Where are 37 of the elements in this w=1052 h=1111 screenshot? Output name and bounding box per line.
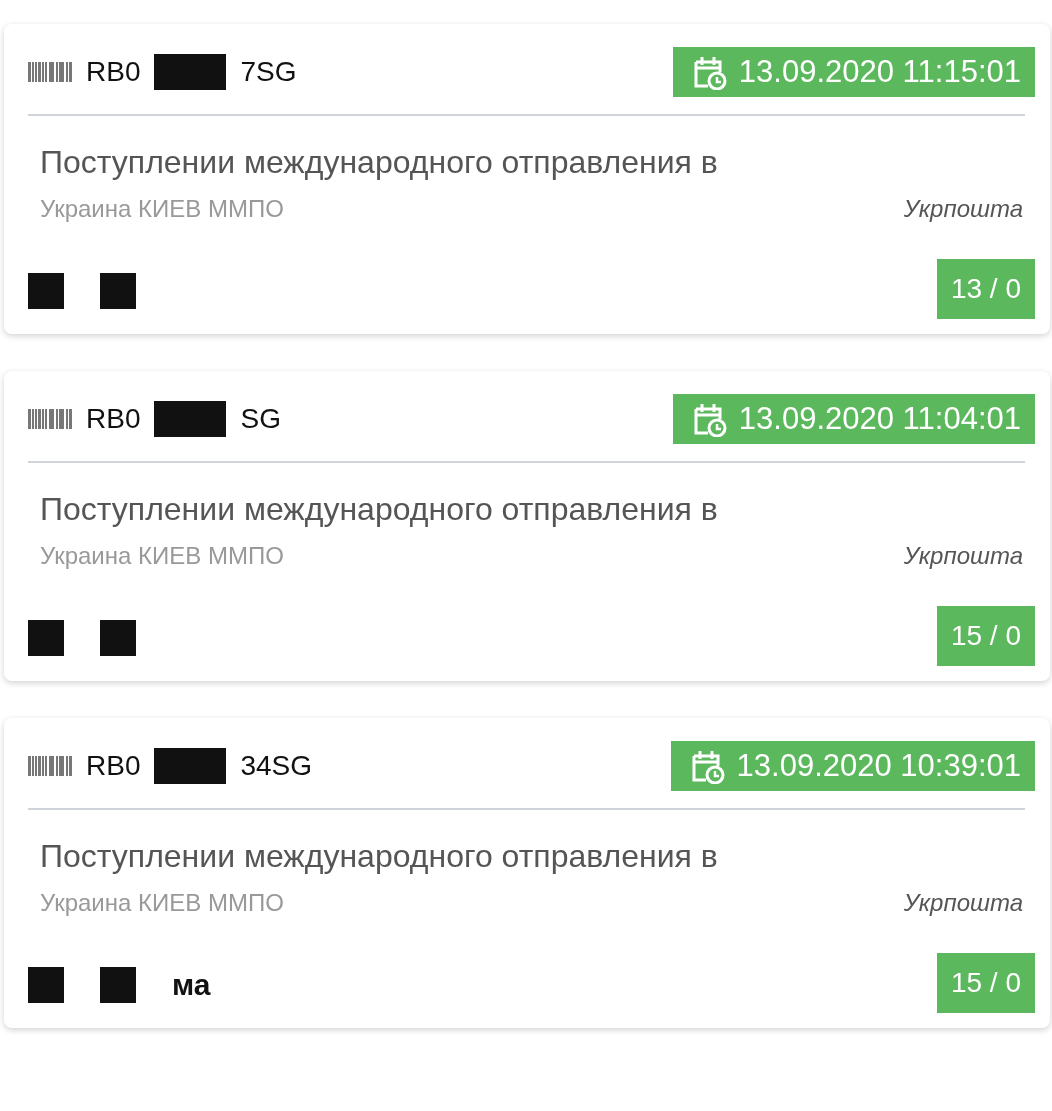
location-text: Украина КИЕВ ММПО xyxy=(40,195,284,223)
tracking-number: 7SG xyxy=(240,56,297,88)
barcode-icon xyxy=(28,409,72,429)
barcode-icon xyxy=(28,62,72,82)
count-badge: 13 / 0 xyxy=(936,259,1035,319)
item-name: ма xyxy=(172,968,211,1002)
calendar-clock-icon xyxy=(692,54,727,90)
redaction-mark xyxy=(28,273,64,309)
calendar-clock-icon xyxy=(692,401,727,437)
date-badge: 13.09.2020 11:15:01 xyxy=(672,47,1035,97)
date-badge: 13.09.2020 10:39:01 xyxy=(670,741,1035,791)
date-badge: 13.09.2020 11:04:01 xyxy=(672,394,1035,444)
carrier-name: Укрпошта xyxy=(903,195,1023,223)
redaction-mark xyxy=(100,620,136,656)
barcode-icon xyxy=(28,756,72,776)
tracking-number: RB0 xyxy=(86,750,141,782)
redaction-mark xyxy=(100,273,136,309)
shipment-card[interactable]: RB0 34SG 13.09.2020 10:39:01 Поступлении международного отправления в Украина КИЕВ ММПО Укрпошта ма 15 / 0 xyxy=(4,718,1050,1028)
status-text: Поступлении международного отправления в xyxy=(39,838,719,875)
carrier-name: Укрпошта xyxy=(903,542,1023,570)
redaction-mark xyxy=(100,967,136,1003)
count-badge: 15 / 0 xyxy=(936,953,1035,1013)
redaction-mark xyxy=(28,967,64,1003)
status-text: Поступлении международного отправления в xyxy=(39,491,719,528)
status-text: Поступлении международного отправления в xyxy=(39,144,719,181)
shipment-card[interactable]: RB0 7SG 13.09.2020 11:15:01 Поступлении международного отправления в Украина КИЕВ ММПО Укрпошта 13 / 0 xyxy=(4,24,1050,334)
location-text: Украина КИЕВ ММПО xyxy=(40,542,284,570)
tracking-number: SG xyxy=(240,403,281,435)
redaction-mark xyxy=(28,620,64,656)
tracking-number: RB0 xyxy=(86,403,141,435)
calendar-clock-icon xyxy=(690,748,725,784)
shipment-card[interactable]: RB0 SG 13.09.2020 11:04:01 Поступлении международного отправления в Украина КИЕВ ММПО Укрпошта 15 / 0 xyxy=(4,371,1050,681)
count-badge: 15 / 0 xyxy=(936,606,1035,666)
tracking-number: RB0 xyxy=(86,56,141,88)
carrier-name: Укрпошта xyxy=(903,889,1023,917)
location-text: Украина КИЕВ ММПО xyxy=(40,889,284,917)
tracking-number: 34SG xyxy=(240,750,313,782)
